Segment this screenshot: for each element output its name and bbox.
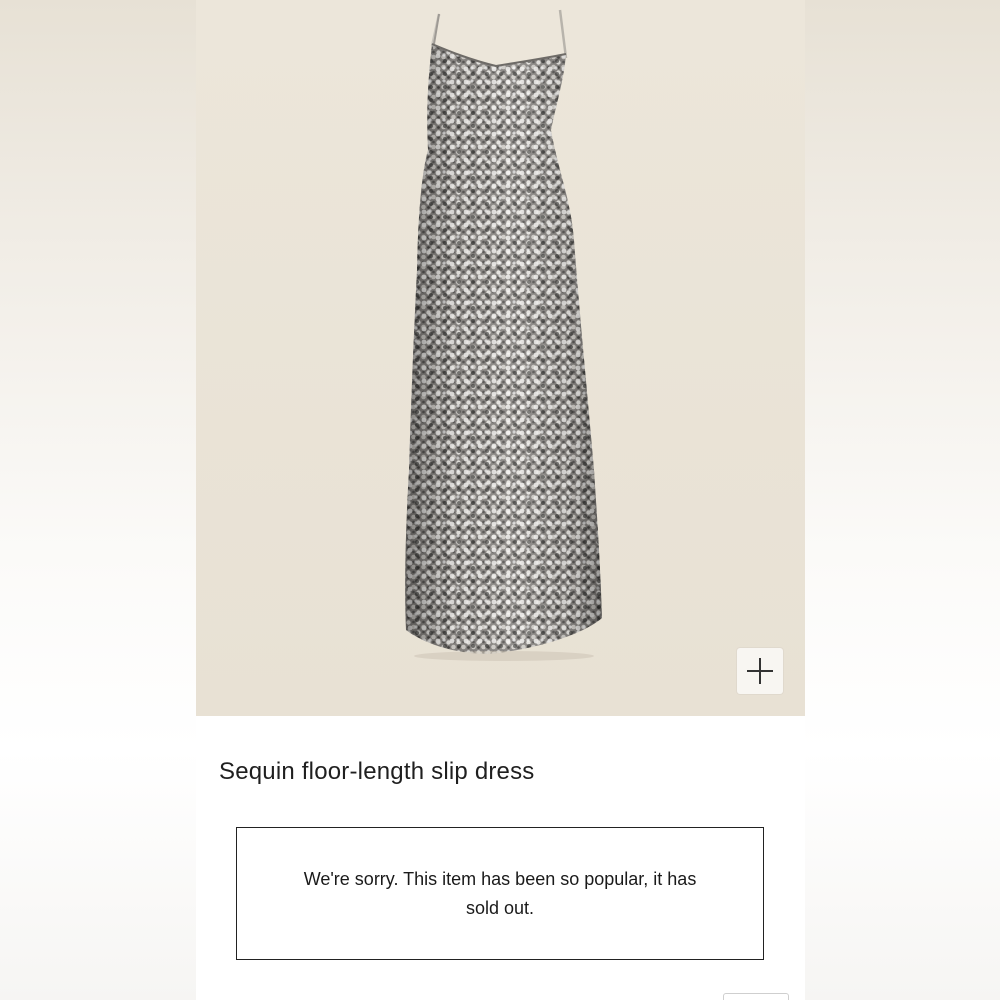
product-title: Sequin floor-length slip dress (219, 758, 535, 785)
zoom-button[interactable] (737, 648, 783, 694)
plus-icon (747, 658, 773, 684)
background-blur-right (805, 0, 1000, 1000)
partial-button[interactable] (723, 993, 789, 1000)
product-page: Sequin floor-length slip dress We're sor… (196, 0, 805, 1000)
product-image[interactable] (196, 0, 805, 716)
dress-illustration (405, 9, 602, 661)
background-blur-left (0, 0, 196, 1000)
sold-out-notice: We're sorry. This item has been so popul… (236, 827, 764, 960)
sold-out-message: We're sorry. This item has been so popul… (303, 868, 697, 918)
